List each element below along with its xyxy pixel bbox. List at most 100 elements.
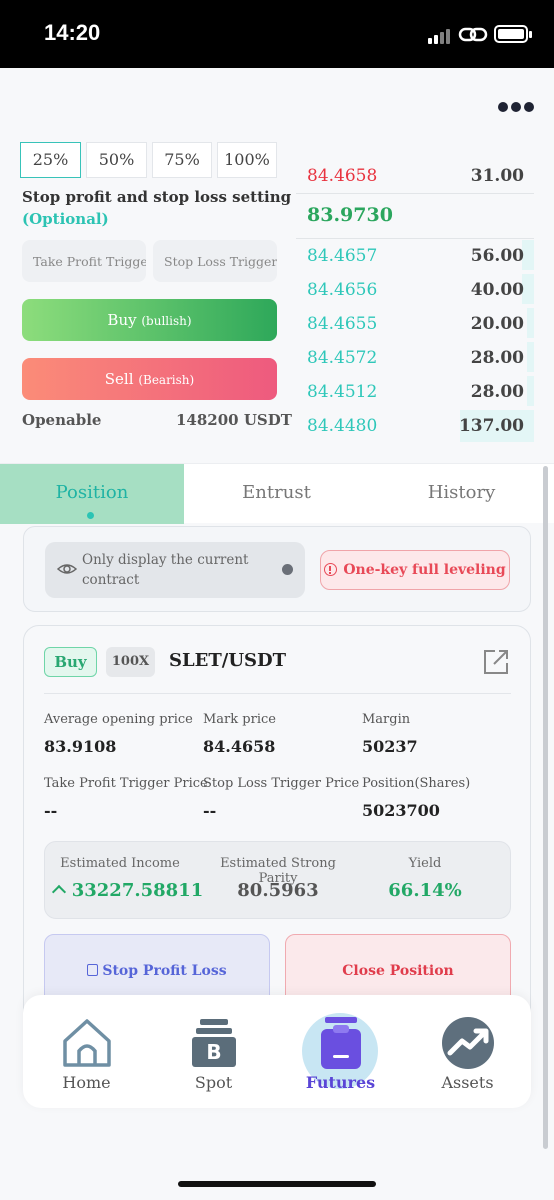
bid-qty: 20.00 <box>470 314 524 334</box>
openable-label: Openable <box>22 411 102 429</box>
estimated-income: 33227.58811 <box>45 880 212 901</box>
ask-qty: 31.00 <box>470 166 524 186</box>
share-icon[interactable] <box>482 648 510 676</box>
tab-entrust[interactable]: Entrust <box>184 464 369 524</box>
estimated-income-value: 33227.58811 <box>71 880 204 901</box>
bid-price: 84.4655 <box>307 314 378 334</box>
shares-value: 5023700 <box>362 801 440 820</box>
leverage-badge: 100X <box>106 647 155 677</box>
clipboard-icon <box>87 964 99 976</box>
display-current-toggle[interactable]: Only display the current contract <box>45 542 305 598</box>
side-badge: Buy <box>44 647 97 677</box>
bid-row[interactable]: 84.4657 56.00 <box>296 240 534 270</box>
battery-icon <box>494 25 532 43</box>
ask-row[interactable]: 84.4658 31.00 <box>296 160 534 190</box>
yield-value: 66.14% <box>388 880 462 901</box>
percent-100-button[interactable]: 100% <box>217 142 277 178</box>
nav-home-label: Home <box>62 1073 111 1092</box>
active-tab-indicator <box>87 512 94 519</box>
alert-icon <box>324 563 338 576</box>
display-current-label: Only display the current contract <box>82 552 249 588</box>
scrollbar[interactable] <box>543 466 548 1149</box>
home-icon <box>63 1019 111 1067</box>
percent-25-button[interactable]: 25% <box>20 142 81 178</box>
bid-row[interactable]: 84.4572 28.00 <box>296 342 534 372</box>
svg-text:B: B <box>206 1040 221 1064</box>
mark-price-label: Mark price <box>203 712 276 727</box>
stop-loss-value: -- <box>203 801 217 820</box>
buy-button[interactable]: Buy (bullish) <box>22 299 277 341</box>
bid-qty: 137.00 <box>458 416 524 436</box>
more-options-icon[interactable] <box>498 100 534 114</box>
nav-assets[interactable]: Assets <box>404 995 531 1108</box>
sell-label: Sell <box>104 370 134 388</box>
bid-price: 84.4572 <box>307 348 378 368</box>
nav-spot[interactable]: B Spot <box>150 995 277 1108</box>
toggle-dot <box>282 564 293 575</box>
position-card: Buy 100X SLET/USDT Average opening price… <box>23 625 531 1028</box>
avg-open-price: 83.9108 <box>44 737 117 756</box>
stop-loss-label: Stop Loss Trigger Price <box>203 776 360 791</box>
bid-depth-bar <box>526 308 534 338</box>
percent-75-button[interactable]: 75% <box>152 142 212 178</box>
sell-sub-label: (Bearish) <box>138 373 195 387</box>
full-leveling-label: One-key full leveling <box>343 562 506 578</box>
estimated-income-label: Estimated Income <box>60 856 180 871</box>
nav-futures[interactable]: Futures <box>277 995 404 1108</box>
position-filter-card: Only display the current contract One-ke… <box>23 526 531 612</box>
stop-loss-trigger-input[interactable] <box>153 240 277 282</box>
home-indicator <box>178 1181 376 1187</box>
tab-position-label: Position <box>55 482 129 503</box>
order-book-divider <box>296 193 534 194</box>
bottom-nav: Home B Spot Futures Assets <box>23 995 531 1108</box>
bid-price: 84.4512 <box>307 382 378 402</box>
bid-qty: 40.00 <box>470 280 524 300</box>
mark-price: 84.4658 <box>203 737 276 756</box>
status-bar: 14:20 <box>0 0 554 68</box>
bid-depth-bar <box>526 342 534 372</box>
spot-bitcoin-icon: B <box>192 1019 236 1067</box>
nav-spot-label: Spot <box>194 1073 233 1092</box>
shares-label: Position(Shares) <box>362 776 471 791</box>
eye-icon <box>57 564 77 574</box>
yield-label: Yield <box>408 856 442 871</box>
bid-row[interactable]: 84.4656 40.00 <box>296 274 534 304</box>
sell-button[interactable]: Sell (Bearish) <box>22 358 277 400</box>
pair-name: SLET/USDT <box>169 650 287 671</box>
nav-home[interactable]: Home <box>23 995 150 1108</box>
take-profit-trigger-input[interactable] <box>22 240 146 282</box>
take-profit-value: -- <box>44 801 58 820</box>
stop-profit-loss-label: Stop Profit Loss <box>102 963 227 979</box>
one-key-full-leveling-button[interactable]: One-key full leveling <box>320 550 510 590</box>
bid-row[interactable]: 84.4655 20.00 <box>296 308 534 338</box>
bid-qty: 56.00 <box>470 246 524 266</box>
ask-price: 84.4658 <box>307 166 378 186</box>
bid-row[interactable]: 84.4480 137.00 <box>296 410 534 442</box>
bid-depth-bar <box>526 376 534 406</box>
avg-open-price-label: Average opening price <box>44 712 193 727</box>
percent-50-button[interactable]: 50% <box>86 142 147 178</box>
take-profit-label: Take Profit Trigger Price <box>44 776 208 791</box>
openable-value: 148200 USDT <box>176 411 292 429</box>
divider <box>44 693 511 694</box>
bid-qty: 28.00 <box>470 348 524 368</box>
order-book-divider <box>296 238 534 239</box>
bid-row[interactable]: 84.4512 28.00 <box>296 376 534 406</box>
signal-icon <box>428 28 454 44</box>
link-icon <box>458 27 488 42</box>
optional-label: (Optional) <box>22 210 109 228</box>
tab-history[interactable]: History <box>369 464 554 524</box>
tab-position[interactable]: Position <box>0 464 184 524</box>
stop-profit-title: Stop profit and stop loss setting <box>22 188 292 206</box>
mid-price: 83.9730 <box>307 204 393 226</box>
nav-assets-label: Assets <box>441 1073 494 1092</box>
bid-qty: 28.00 <box>470 382 524 402</box>
margin-label: Margin <box>362 712 411 727</box>
status-time: 14:20 <box>44 20 101 45</box>
estimates-box: Estimated Income 33227.58811 Estimated S… <box>44 841 511 919</box>
bid-price: 84.4656 <box>307 280 378 300</box>
futures-clipboard-icon <box>321 1017 361 1069</box>
bid-price: 84.4480 <box>307 416 378 436</box>
assets-chart-icon <box>442 1017 494 1069</box>
strong-parity-value: 80.5963 <box>237 880 319 901</box>
